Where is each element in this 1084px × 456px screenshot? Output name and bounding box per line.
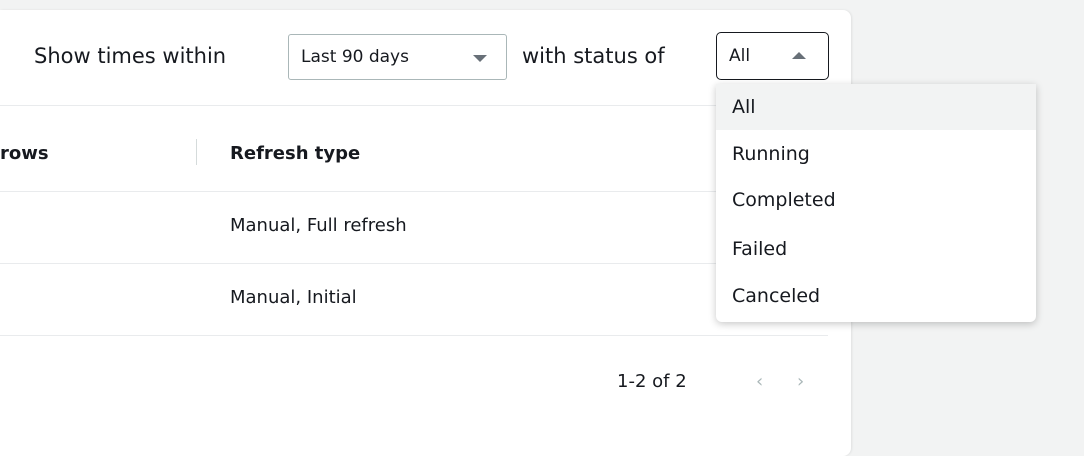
column-header-rows: rows <box>0 143 49 164</box>
column-header-refresh-type: Refresh type <box>230 143 361 164</box>
time-range-select[interactable]: Last 90 days <box>288 34 507 80</box>
row-divider <box>0 263 828 264</box>
next-page-button[interactable]: › <box>797 371 804 392</box>
status-option-running[interactable]: Running <box>716 131 1036 177</box>
time-range-value: Last 90 days <box>301 47 409 67</box>
status-option-canceled[interactable]: Canceled <box>716 273 1036 319</box>
pagination-summary: 1-2 of 2 <box>617 371 687 392</box>
option-label: Canceled <box>732 285 821 307</box>
cell-refresh-type: Manual, Initial <box>230 287 357 308</box>
row-divider <box>0 335 828 336</box>
previous-page-button[interactable]: ‹ <box>756 371 763 392</box>
status-option-all[interactable]: All <box>716 84 1036 130</box>
filter-middle-text: with status of <box>522 44 665 68</box>
option-label: Running <box>732 143 810 165</box>
chevron-up-icon <box>792 52 806 59</box>
status-dropdown-menu: All Running Completed Failed Canceled <box>716 84 1036 322</box>
status-select[interactable]: All <box>716 32 829 80</box>
option-label: All <box>732 96 756 118</box>
status-value: All <box>729 46 751 66</box>
option-label: Completed <box>732 189 836 211</box>
chevron-down-icon <box>473 55 487 62</box>
status-option-failed[interactable]: Failed <box>716 226 1036 272</box>
option-label: Failed <box>732 238 788 260</box>
cell-refresh-type: Manual, Full refresh <box>230 215 407 236</box>
header-bottom-border <box>0 191 828 192</box>
status-option-completed[interactable]: Completed <box>716 177 1036 223</box>
column-divider[interactable] <box>196 139 197 165</box>
table-top-border <box>0 105 828 106</box>
filter-prefix-text: Show times within <box>34 44 227 68</box>
